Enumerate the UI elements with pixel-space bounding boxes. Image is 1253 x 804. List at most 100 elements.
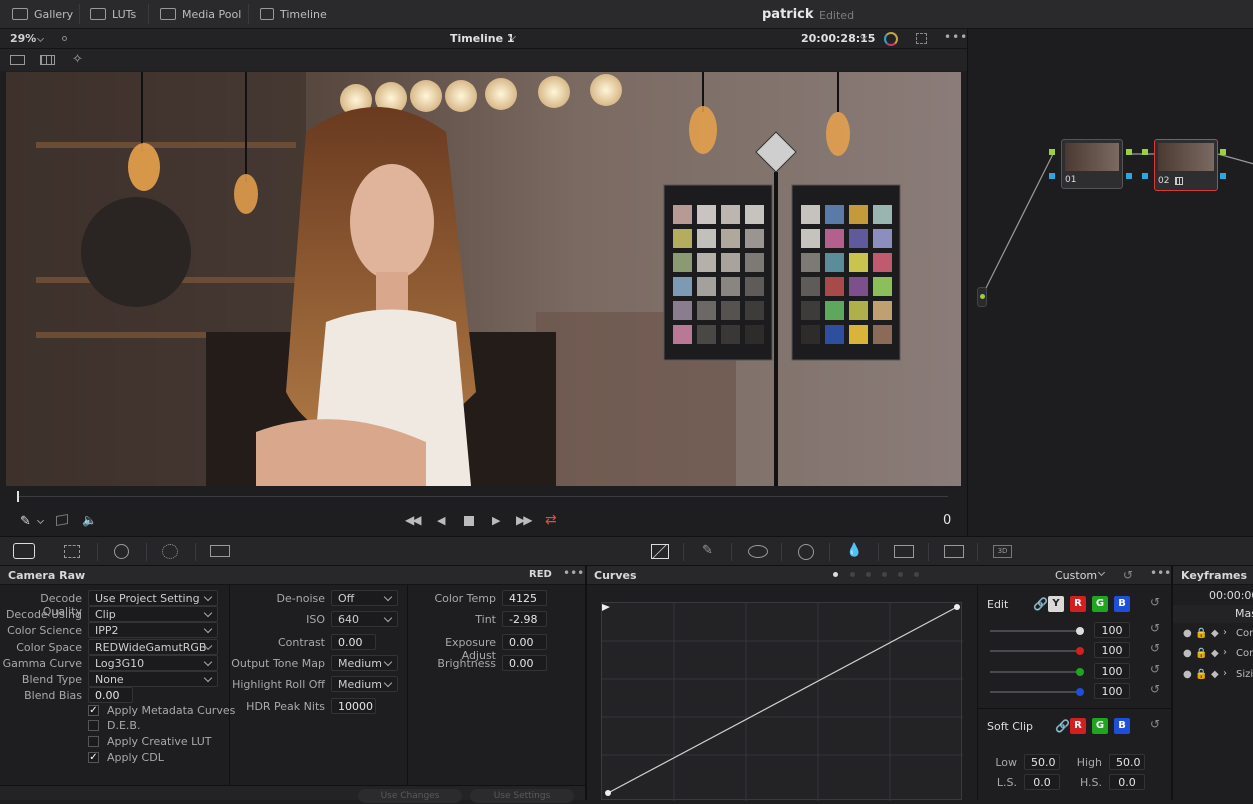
page-dot[interactable] (914, 572, 919, 577)
reset-icon[interactable]: ↺ (1150, 595, 1160, 609)
qualifier-icon[interactable]: ✎ (702, 543, 713, 558)
node-key-output[interactable] (1126, 173, 1132, 179)
playhead[interactable] (17, 491, 19, 502)
reset-icon[interactable]: ↺ (1150, 641, 1160, 655)
more-options-icon[interactable]: ••• (563, 566, 584, 580)
iso-select[interactable]: 640 (331, 611, 398, 627)
more-options-icon[interactable]: ••• (944, 30, 968, 44)
node-rgb-input[interactable] (1142, 149, 1148, 155)
hdr-peak-nits-field[interactable]: 10000 (331, 698, 376, 714)
chevron-right-icon[interactable]: › (1223, 627, 1227, 638)
curve-graph[interactable] (601, 602, 963, 801)
more-options-icon[interactable]: ••• (1150, 566, 1171, 580)
layers-icon[interactable] (56, 513, 68, 527)
intensity-y-field[interactable]: 100 (1094, 622, 1130, 638)
lock-icon[interactable]: 🔒 (1195, 669, 1207, 680)
node-editor[interactable]: 01 02 (967, 29, 1253, 536)
node-key-input[interactable] (1142, 173, 1148, 179)
node-02[interactable]: 02 (1154, 139, 1218, 191)
rgb-mixer-icon[interactable] (162, 544, 178, 559)
channel-g-button[interactable]: G (1092, 596, 1108, 612)
link-icon[interactable]: 🔗 (1055, 719, 1070, 733)
blend-bias-field[interactable]: 0.00 (88, 687, 133, 703)
lock-icon[interactable]: 🔒 (1195, 628, 1207, 639)
node-key-input[interactable] (1049, 173, 1055, 179)
page-dot[interactable] (866, 572, 871, 577)
intensity-slider-b[interactable] (990, 688, 1084, 696)
intensity-slider-g[interactable] (990, 668, 1084, 676)
grid-view-icon[interactable] (40, 55, 55, 65)
soft-clip-g-button[interactable]: G (1092, 718, 1108, 734)
chevron-right-icon[interactable]: › (1223, 668, 1227, 679)
skip-to-end-icon[interactable]: ▶▶ (516, 513, 533, 527)
zoom-level[interactable]: 29% (10, 32, 36, 45)
node-rgb-output[interactable] (1220, 149, 1226, 155)
page-dot[interactable] (882, 572, 887, 577)
denoise-select[interactable]: Off (331, 590, 398, 606)
blur-icon[interactable]: 💧 (846, 543, 862, 558)
page-dot-active[interactable] (833, 572, 838, 577)
hs-field[interactable]: 0.0 (1109, 774, 1145, 790)
luts-tab[interactable]: LUTs (90, 6, 136, 22)
output-tone-map-select[interactable]: Medium (331, 655, 398, 671)
color-space-select[interactable]: REDWideGamutRGB (88, 639, 218, 655)
decode-quality-select[interactable]: Use Project Setting (88, 590, 218, 606)
node-01[interactable]: 01 (1061, 139, 1123, 189)
diamond-icon[interactable]: ◆ (1211, 669, 1219, 680)
play-icon[interactable]: ▶ (492, 514, 500, 527)
curves-mode-select[interactable]: Custom (1055, 569, 1097, 582)
play-reverse-icon[interactable]: ◀ (437, 514, 445, 527)
eyedropper-icon[interactable]: ✎ (20, 514, 31, 529)
key-icon[interactable] (894, 545, 914, 558)
highlight-rolloff-select[interactable]: Medium (331, 676, 398, 692)
gamma-curve-select[interactable]: Log3G10 (88, 655, 218, 671)
tracker-icon[interactable] (798, 544, 814, 560)
camera-raw-icon[interactable] (13, 543, 35, 559)
intensity-b-field[interactable]: 100 (1094, 683, 1130, 699)
diamond-icon[interactable]: ◆ (1211, 648, 1219, 659)
reset-icon[interactable]: ↺ (1150, 621, 1160, 635)
low-field[interactable]: 50.0 (1024, 754, 1060, 770)
skip-to-start-icon[interactable]: ◀◀ (405, 513, 422, 527)
timeline-scrubber[interactable] (18, 496, 948, 497)
brightness-field[interactable]: 0.00 (502, 655, 547, 671)
motion-effects-icon[interactable] (210, 545, 230, 557)
intensity-slider-r[interactable] (990, 647, 1084, 655)
sizing-icon[interactable] (944, 545, 964, 558)
channel-r-button[interactable]: R (1070, 596, 1086, 612)
slider-knob[interactable] (1076, 668, 1084, 676)
keyframe-row[interactable]: ● 🔒 ◆ › Cor (1173, 627, 1253, 643)
node-key-output[interactable] (1220, 173, 1226, 179)
page-dot[interactable] (850, 572, 855, 577)
exposure-adjust-field[interactable]: 0.00 (502, 634, 547, 650)
timeline-tab[interactable]: Timeline (260, 6, 327, 22)
input-connector[interactable] (980, 294, 985, 299)
soft-clip-b-button[interactable]: B (1114, 718, 1130, 734)
contrast-field[interactable]: 0.00 (331, 634, 376, 650)
node-rgb-input[interactable] (1049, 149, 1055, 155)
chevron-down-icon[interactable] (1097, 568, 1106, 577)
apply-metadata-curves-checkbox[interactable]: ✓ (88, 705, 99, 716)
reset-icon[interactable]: ↺ (1123, 568, 1133, 582)
apply-cdl-checkbox[interactable]: ✓ (88, 752, 99, 763)
window-icon[interactable] (748, 545, 768, 558)
chevron-down-icon[interactable] (36, 34, 45, 43)
slider-knob[interactable] (1076, 688, 1084, 696)
slider-knob[interactable] (1076, 627, 1084, 635)
use-settings-button[interactable]: Use Settings (470, 789, 574, 803)
reset-icon[interactable]: ↺ (1150, 662, 1160, 676)
page-dot[interactable] (898, 572, 903, 577)
color-wheels-icon[interactable] (114, 544, 129, 559)
dot-icon[interactable] (62, 36, 67, 41)
color-science-select[interactable]: IPP2 (88, 622, 218, 638)
use-changes-button[interactable]: Use Changes (358, 789, 462, 803)
link-icon[interactable]: 🔗 (1033, 597, 1048, 611)
deb-checkbox[interactable] (88, 720, 99, 731)
soft-clip-r-button[interactable]: R (1070, 718, 1086, 734)
decode-using-select[interactable]: Clip (88, 606, 218, 622)
intensity-r-field[interactable]: 100 (1094, 642, 1130, 658)
blend-type-select[interactable]: None (88, 671, 218, 687)
reset-icon[interactable]: ↺ (1150, 682, 1160, 696)
node-input-source[interactable] (977, 287, 987, 307)
intensity-g-field[interactable]: 100 (1094, 663, 1130, 679)
